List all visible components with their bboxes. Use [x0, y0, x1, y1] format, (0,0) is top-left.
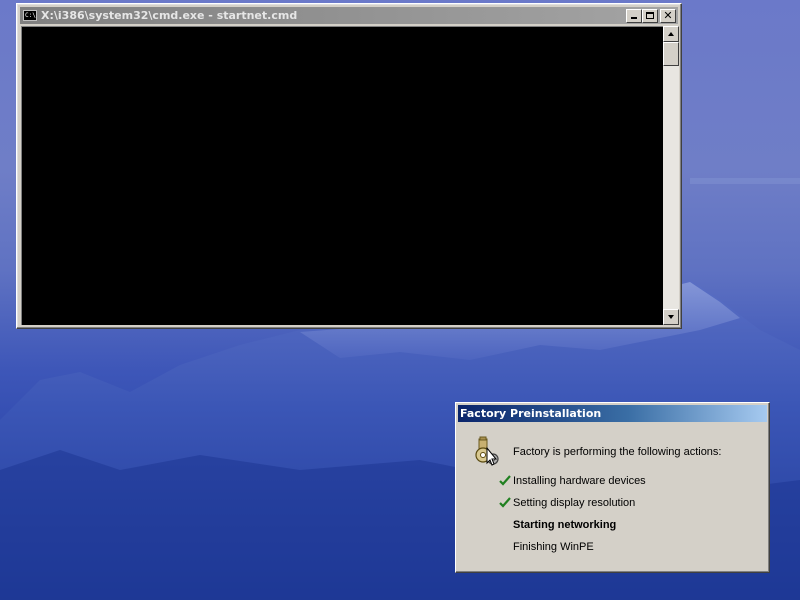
- close-button[interactable]: ✕: [660, 8, 676, 23]
- checkmark-icon: [499, 497, 511, 508]
- dialog-title: Factory Preinstallation: [460, 407, 602, 420]
- step-item-pending: Finishing WinPE: [498, 540, 594, 554]
- close-icon: ✕: [663, 8, 673, 22]
- scroll-up-button[interactable]: [663, 26, 679, 42]
- cmd-titlebar[interactable]: C:\ X:\i386\system32\cmd.exe - startnet.…: [20, 7, 678, 24]
- factory-gears-icon: [475, 436, 499, 466]
- checkmark-icon: [499, 475, 511, 486]
- vertical-scrollbar[interactable]: [663, 26, 679, 325]
- cmd-window[interactable]: C:\ X:\i386\system32\cmd.exe - startnet.…: [16, 3, 682, 329]
- dialog-content: Factory is performing the following acti…: [456, 423, 769, 572]
- step-label: Setting display resolution: [513, 497, 636, 509]
- step-spacer: [498, 540, 513, 554]
- arrow-up-icon: [668, 32, 674, 36]
- window-controls: ✕: [626, 8, 676, 23]
- step-label: Starting networking: [513, 519, 617, 531]
- minimize-icon: [631, 16, 637, 19]
- console-icon[interactable]: C:\: [23, 10, 37, 21]
- minimize-button[interactable]: [626, 8, 642, 23]
- maximize-button[interactable]: [642, 8, 658, 23]
- console-output-area[interactable]: [21, 26, 663, 325]
- maximize-icon: [646, 11, 654, 19]
- step-item: Setting display resolution: [498, 496, 635, 510]
- step-spacer: [498, 518, 513, 532]
- step-label: Installing hardware devices: [513, 475, 646, 487]
- step-item-current: Starting networking: [498, 518, 616, 532]
- step-item: Installing hardware devices: [498, 474, 646, 488]
- step-label: Finishing WinPE: [513, 541, 594, 553]
- arrow-down-icon: [668, 315, 674, 319]
- factory-preinstallation-dialog[interactable]: Factory Preinstallation Factory is perfo…: [455, 402, 770, 573]
- dialog-titlebar[interactable]: Factory Preinstallation: [458, 405, 767, 422]
- cmd-window-title: X:\i386\system32\cmd.exe - startnet.cmd: [41, 9, 298, 22]
- dialog-heading: Factory is performing the following acti…: [513, 446, 722, 458]
- scrollbar-thumb[interactable]: [663, 42, 679, 66]
- scroll-down-button[interactable]: [663, 309, 679, 325]
